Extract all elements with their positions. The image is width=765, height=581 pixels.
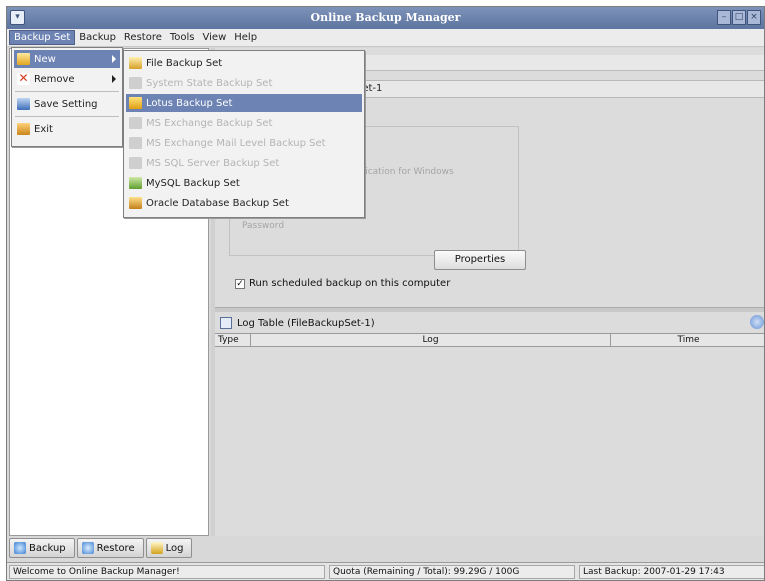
- refresh-icon[interactable]: [750, 315, 764, 329]
- run-scheduled-row[interactable]: ✓ Run scheduled backup on this computer: [235, 278, 450, 289]
- system-state-icon: [129, 77, 142, 89]
- folder-new-icon: [17, 53, 30, 65]
- remove-x-icon: ✕: [17, 71, 30, 85]
- menu-item-save-setting[interactable]: Save Setting: [14, 95, 120, 113]
- submenu-system-state-backup-set[interactable]: System State Backup Set: [126, 74, 362, 92]
- column-type[interactable]: Type: [215, 334, 251, 346]
- submenu-exchange-label: MS Exchange Backup Set: [146, 117, 273, 129]
- window-title: Online Backup Manager: [310, 11, 461, 24]
- password-label: Password: [242, 221, 285, 231]
- menu-backup-set[interactable]: Backup Set: [9, 30, 76, 45]
- lotus-icon: [129, 97, 142, 109]
- minimize-icon[interactable]: –: [717, 10, 731, 25]
- menu-item-exit-label: Exit: [34, 123, 53, 135]
- submenu-lotus-label: Lotus Backup Set: [146, 97, 233, 109]
- menu-item-remove[interactable]: ✕ Remove: [14, 70, 120, 88]
- submenu-oracle-label: Oracle Database Backup Set: [146, 197, 289, 209]
- column-time[interactable]: Time: [611, 334, 764, 346]
- log-table-body[interactable]: [215, 347, 764, 536]
- exchange-mail-icon: [129, 137, 142, 149]
- run-scheduled-label: Run scheduled backup on this computer: [249, 278, 451, 289]
- tab-backup[interactable]: Backup: [9, 538, 75, 558]
- menu-restore[interactable]: Restore: [120, 31, 166, 44]
- status-welcome: Welcome to Online Backup Manager!: [9, 565, 325, 579]
- restore-tab-icon: [81, 542, 94, 554]
- status-quota: Quota (Remaining / Total): 99.29G / 100G: [329, 565, 575, 579]
- new-submenu: File Backup Set System State Backup Set …: [123, 50, 365, 218]
- log-header: Log Table (FileBackupSet-1): [215, 314, 764, 332]
- submenu-file-backup-label: File Backup Set: [146, 57, 223, 69]
- log-panel: Log Table (FileBackupSet-1) Type Log Tim…: [215, 312, 764, 536]
- menu-item-remove-label: Remove: [34, 73, 75, 85]
- bottom-tabs: Backup Restore Log: [9, 538, 193, 560]
- submenu-ms-exchange-mail-level-backup-set[interactable]: MS Exchange Mail Level Backup Set: [126, 134, 362, 152]
- sql-server-icon: [129, 157, 142, 169]
- tab-log[interactable]: Log: [145, 538, 193, 558]
- submenu-ms-exchange-backup-set[interactable]: MS Exchange Backup Set: [126, 114, 362, 132]
- submenu-file-backup-set[interactable]: File Backup Set: [126, 54, 362, 72]
- column-log[interactable]: Log: [251, 334, 611, 346]
- window-controls: – □ ×: [717, 10, 761, 25]
- submenu-ms-sql-server-backup-set[interactable]: MS SQL Server Backup Set: [126, 154, 362, 172]
- mysql-icon: [129, 177, 142, 189]
- exit-door-icon: [17, 123, 30, 135]
- properties-button[interactable]: Properties: [434, 250, 526, 270]
- tab-log-label: Log: [165, 542, 184, 554]
- close-icon[interactable]: ×: [747, 10, 761, 25]
- submenu-sql-server-label: MS SQL Server Backup Set: [146, 157, 280, 169]
- run-scheduled-checkbox[interactable]: ✓: [235, 278, 245, 289]
- title-bar: ▾ Online Backup Manager – □ ×: [7, 7, 764, 29]
- app-window: ▾ Online Backup Manager – □ × Backup Set…: [6, 6, 765, 581]
- tab-restore[interactable]: Restore: [76, 538, 144, 558]
- maximize-icon[interactable]: □: [732, 10, 746, 25]
- save-disk-icon: [17, 98, 30, 110]
- backup-set-menu: New ✕ Remove Save Setting Exit: [11, 47, 123, 147]
- status-bar: Welcome to Online Backup Manager! Quota …: [7, 562, 764, 580]
- status-last-backup: Last Backup: 2007-01-29 17:43: [579, 565, 764, 579]
- menu-item-new-label: New: [34, 53, 56, 65]
- menu-tools[interactable]: Tools: [166, 31, 199, 44]
- oracle-icon: [129, 197, 142, 209]
- submenu-system-state-label: System State Backup Set: [146, 77, 273, 89]
- submenu-lotus-backup-set[interactable]: Lotus Backup Set: [126, 94, 362, 112]
- menu-item-save-label: Save Setting: [34, 98, 98, 110]
- menu-backup[interactable]: Backup: [75, 31, 120, 44]
- file-backup-icon: [129, 57, 142, 69]
- log-table-header: Type Log Time: [215, 333, 764, 347]
- submenu-exchange-mail-label: MS Exchange Mail Level Backup Set: [146, 137, 326, 149]
- tab-restore-label: Restore: [96, 542, 135, 554]
- menu-separator: [15, 116, 119, 117]
- menu-view[interactable]: View: [199, 31, 231, 44]
- submenu-mysql-label: MySQL Backup Set: [146, 177, 240, 189]
- submenu-arrow-icon: [112, 75, 116, 83]
- log-tab-icon: [150, 542, 163, 554]
- submenu-oracle-database-backup-set[interactable]: Oracle Database Backup Set: [126, 194, 362, 212]
- menu-separator: [15, 91, 119, 92]
- backup-tab-icon: [14, 542, 26, 554]
- log-table-icon: [220, 317, 232, 329]
- exchange-icon: [129, 117, 142, 129]
- tab-backup-label: Backup: [29, 542, 66, 554]
- menu-item-exit[interactable]: Exit: [14, 120, 120, 138]
- menu-item-new[interactable]: New: [14, 50, 120, 68]
- menu-bar: Backup Set Backup Restore Tools View Hel…: [7, 29, 764, 47]
- submenu-arrow-icon: [112, 55, 116, 63]
- menu-help[interactable]: Help: [230, 31, 261, 44]
- log-title: Log Table (FileBackupSet-1): [237, 318, 375, 329]
- submenu-mysql-backup-set[interactable]: MySQL Backup Set: [126, 174, 362, 192]
